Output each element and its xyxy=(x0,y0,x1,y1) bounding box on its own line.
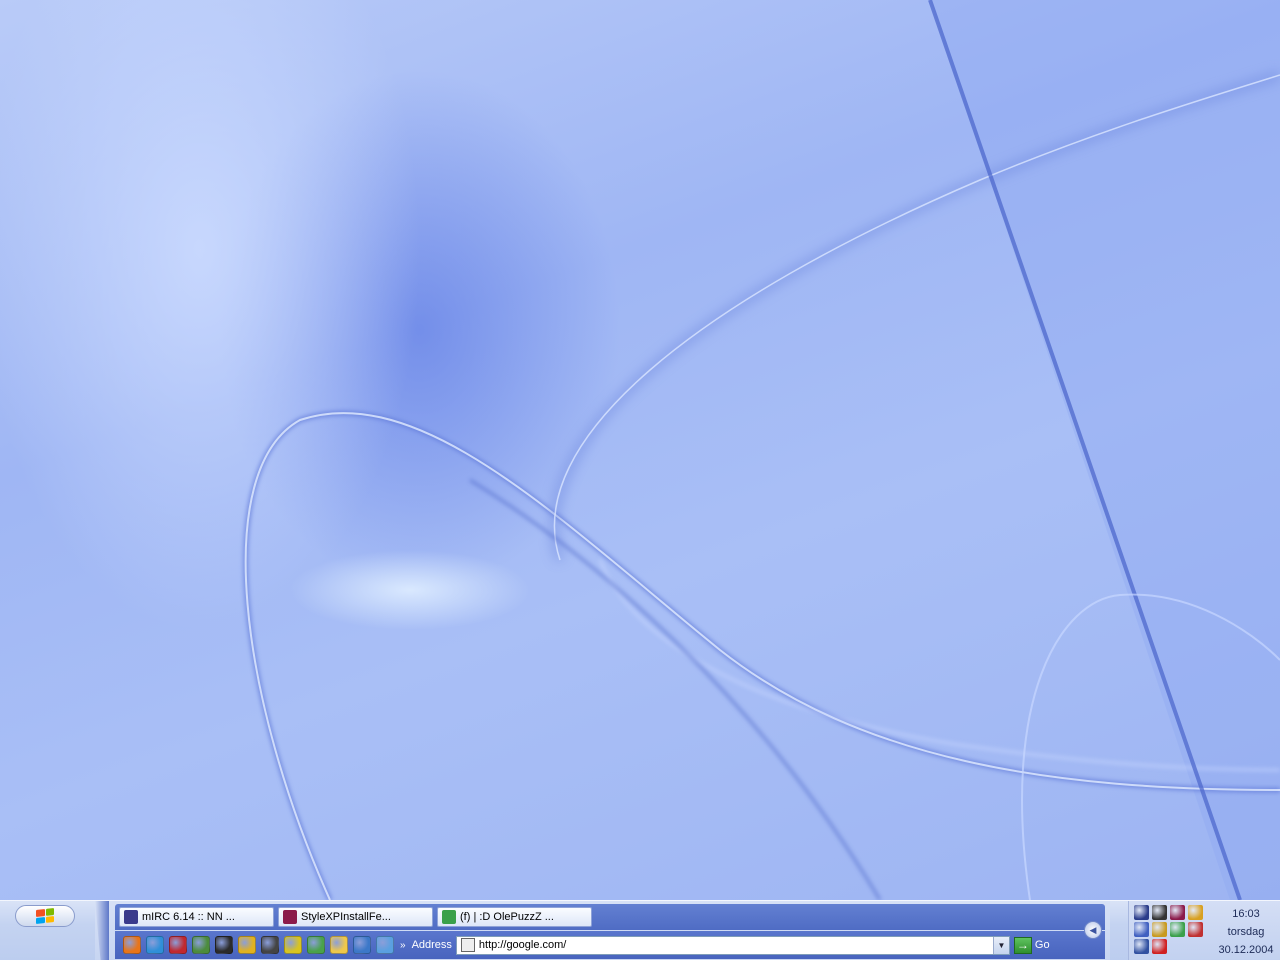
clock[interactable]: 16:03 torsdag 30.12.2004 xyxy=(1211,905,1280,959)
address-dropdown-arrow[interactable]: ▼ xyxy=(992,936,1009,954)
toolbar-collapse-button[interactable]: ◀ xyxy=(1084,921,1102,939)
winrar-tray-icon[interactable] xyxy=(1170,905,1185,920)
clock-time: 16:03 xyxy=(1232,908,1260,920)
clock-date: 30.12.2004 xyxy=(1218,944,1274,956)
clock-day: torsdag xyxy=(1227,926,1265,938)
logo-red xyxy=(36,909,45,917)
network-icon[interactable] xyxy=(1152,905,1167,920)
app-icon[interactable] xyxy=(169,936,187,954)
wallpaper-curves xyxy=(243,0,1280,900)
folder-icon[interactable] xyxy=(330,936,348,954)
sync-icon[interactable] xyxy=(1134,922,1149,937)
logo-blue xyxy=(36,916,45,924)
cd-icon[interactable] xyxy=(284,936,302,954)
page-icon xyxy=(460,938,475,952)
helmet-icon[interactable] xyxy=(261,936,279,954)
ie-page-icon[interactable] xyxy=(376,936,394,954)
address-label: Address xyxy=(411,939,452,951)
quick-launch-and-address-bar: » Address ▼ → Go xyxy=(115,931,1105,959)
desktop-wallpaper xyxy=(0,0,1280,900)
task-label: mIRC 6.14 :: NN ... xyxy=(142,911,235,923)
winamp-icon[interactable] xyxy=(192,936,210,954)
go-arrow-icon: → xyxy=(1013,936,1032,954)
address-bar: ▼ xyxy=(455,935,1010,955)
messenger-icon xyxy=(442,910,456,924)
logo-yellow xyxy=(45,915,54,923)
firefox-icon[interactable] xyxy=(123,936,141,954)
ati-icon[interactable] xyxy=(1152,939,1167,954)
quick-launch xyxy=(123,936,394,954)
tray-icons xyxy=(1134,905,1206,954)
quick-launch-more-chevron[interactable]: » xyxy=(400,940,406,951)
go-button[interactable]: → Go xyxy=(1013,936,1050,954)
compass-icon[interactable] xyxy=(1188,905,1203,920)
system-tray: 16:03 torsdag 30.12.2004 xyxy=(1128,901,1280,960)
task-buttons: mIRC 6.14 :: NN ... StyleXPInstallFe... … xyxy=(115,904,1105,930)
task-button-mirc[interactable]: mIRC 6.14 :: NN ... xyxy=(119,907,274,927)
mirc-icon xyxy=(124,910,138,924)
music-note-icon[interactable] xyxy=(1134,905,1149,920)
task-button-messenger[interactable]: (f) | :D OlePuzzZ ... xyxy=(437,907,592,927)
windows-logo-icon xyxy=(36,908,54,924)
taskbar: mIRC 6.14 :: NN ... StyleXPInstallFe... … xyxy=(0,900,1280,960)
task-label: StyleXPInstallFe... xyxy=(301,911,391,923)
internet-explorer-icon[interactable] xyxy=(146,936,164,954)
address-input[interactable] xyxy=(478,939,993,951)
window-icon[interactable] xyxy=(353,936,371,954)
start-button[interactable] xyxy=(15,905,75,927)
volume-icon[interactable] xyxy=(1134,939,1149,954)
taskbar-main: mIRC 6.14 :: NN ... StyleXPInstallFe... … xyxy=(95,901,1110,960)
steam-icon[interactable] xyxy=(215,936,233,954)
logo-green xyxy=(45,908,54,916)
notepad-icon[interactable] xyxy=(1152,922,1167,937)
winrar-icon xyxy=(283,910,297,924)
people-icon[interactable] xyxy=(307,936,325,954)
antivirus-icon[interactable] xyxy=(1188,922,1203,937)
pencil-icon[interactable] xyxy=(238,936,256,954)
task-button-winrar[interactable]: StyleXPInstallFe... xyxy=(278,907,433,927)
task-label: (f) | :D OlePuzzZ ... xyxy=(460,911,554,923)
messenger-tray-icon[interactable] xyxy=(1170,922,1185,937)
go-label: Go xyxy=(1034,939,1050,951)
